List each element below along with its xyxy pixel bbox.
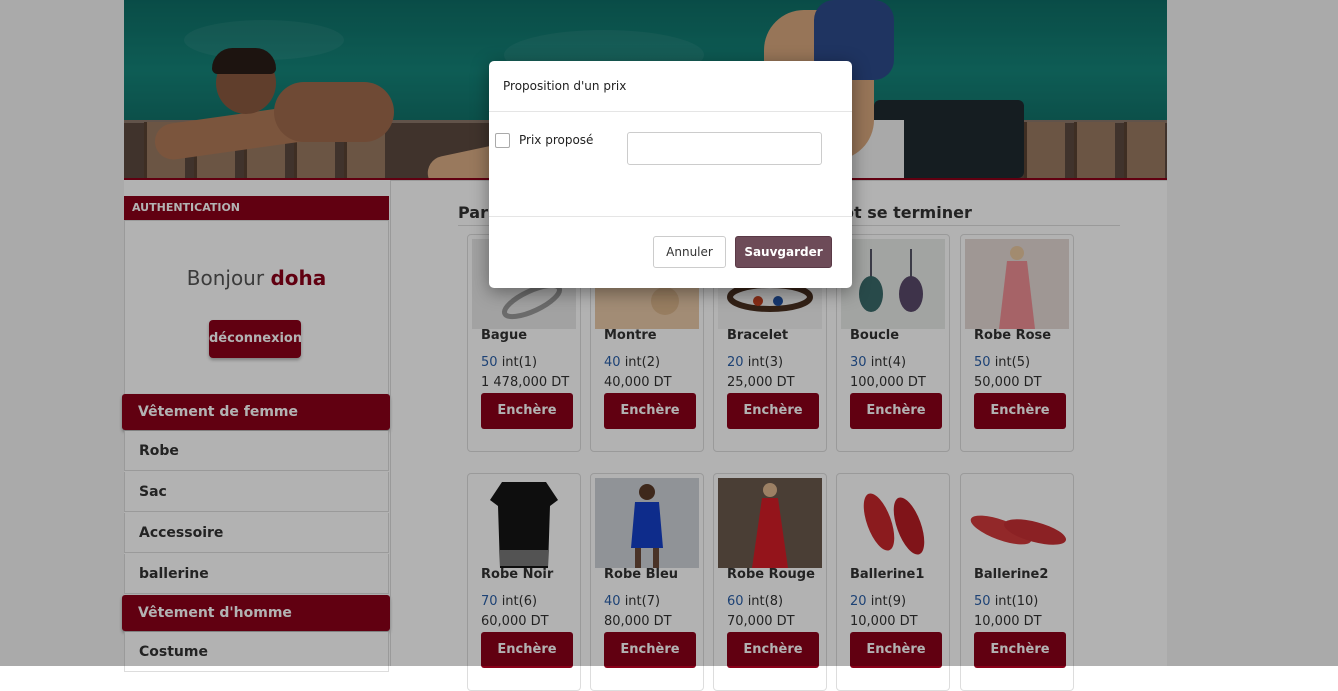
- price-proposal-dialog: Proposition d'un prix Prix proposé Annul…: [489, 61, 852, 288]
- save-button[interactable]: Sauvgarder: [735, 236, 832, 268]
- proposed-price-label: Prix proposé: [519, 133, 594, 147]
- proposed-price-input[interactable]: [627, 132, 822, 165]
- dialog-divider: [489, 111, 852, 112]
- dialog-title: Proposition d'un prix: [503, 79, 627, 93]
- proposed-price-checkbox[interactable]: [495, 133, 510, 148]
- dialog-divider: [489, 216, 852, 217]
- cancel-button[interactable]: Annuler: [653, 236, 726, 268]
